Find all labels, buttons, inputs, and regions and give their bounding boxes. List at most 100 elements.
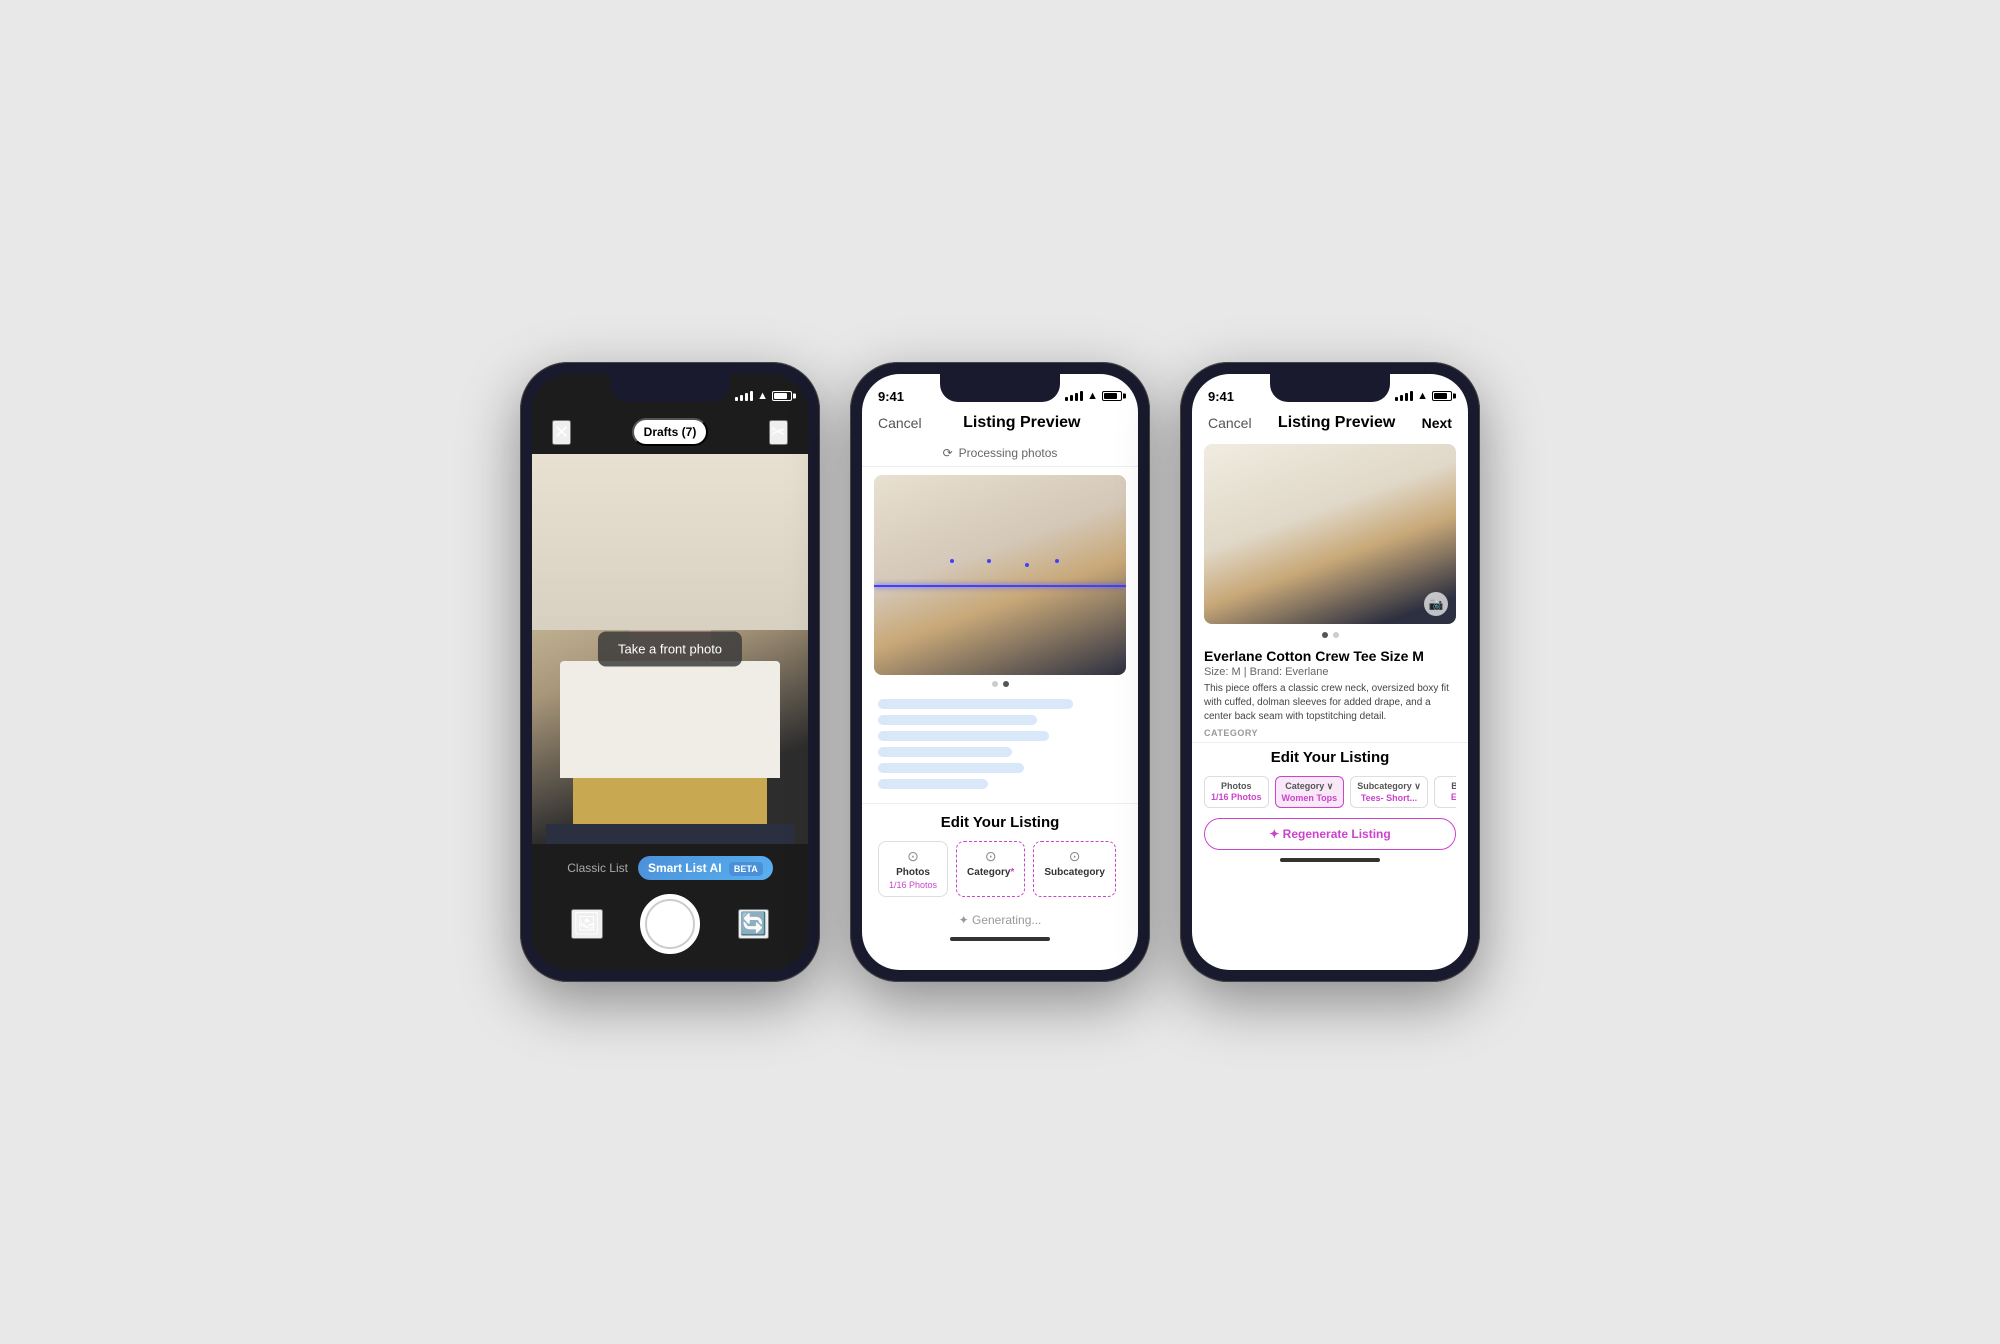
req-star: * [1010,867,1014,878]
subcategory-icon: ⊙ [1069,848,1081,865]
subcategory-label: Subcategory [1044,867,1105,878]
mode-selector: Classic List Smart List AI BETA [552,856,788,880]
photos-label: Photos [896,867,930,878]
scissors-button[interactable]: ✂ [769,420,788,445]
cancel-button-3[interactable]: Cancel [1208,415,1252,431]
tab-category-2[interactable]: ⊙ Category* [956,841,1025,897]
gallery-button[interactable]: 🖼 [571,909,603,939]
dot-2 [1003,681,1009,687]
camera-controls: 🖼 🔄 [552,894,788,954]
signal-bar-1 [735,397,738,401]
sb2 [1070,395,1073,401]
regenerate-button[interactable]: ✦ Regenerate Listing [1204,818,1456,850]
listing-description: This piece offers a classic crew neck, o… [1204,682,1456,724]
skel-line-4 [878,747,1012,757]
phones-container: ▲ ✕ Drafts (7) ✂ [520,362,1480,982]
t3-br-value: Ev... [1451,792,1456,802]
camera-header: ✕ Drafts (7) ✂ [532,410,808,454]
next-button-3[interactable]: Next [1422,415,1452,431]
scan-dot-2 [987,559,991,563]
battery-icon [772,391,792,401]
tab-subcategory-2[interactable]: ⊙ Subcategory [1033,841,1116,897]
listing-header-2: Cancel Listing Preview [862,410,1138,440]
scan-line [874,585,1126,587]
tab3-category[interactable]: Category ∨ Women Tops [1275,776,1345,808]
figure-shirt [560,661,781,778]
tab3-brand[interactable]: Br... Ev... [1434,776,1456,808]
category-section-label: CATEGORY [1204,728,1456,738]
figure-hair [532,454,808,630]
listing-title-2: Listing Preview [963,414,1080,432]
rdot-2 [1333,632,1339,638]
wifi-icon-2: ▲ [1087,390,1098,402]
edit-listing-section-2: Edit Your Listing ⊙ Photos 1/16 Photos ⊙… [862,803,1138,905]
listing-info: Everlane Cotton Crew Tee Size M Size: M … [1192,642,1468,742]
camera-edit-icon[interactable]: 📷 [1424,592,1448,616]
s1 [1395,397,1398,401]
figure-belt [573,778,766,825]
tab-photos-2[interactable]: ⊙ Photos 1/16 Photos [878,841,948,897]
t3-photos-label: Photos [1221,781,1252,791]
photos-icon: ⊙ [907,848,919,865]
image-carousel-dots-2 [862,675,1138,691]
t3-cat-label: Category ∨ [1285,781,1333,792]
cancel-button-2[interactable]: Cancel [878,415,922,431]
close-button[interactable]: ✕ [552,420,571,445]
generating-label: ✦ Generating... [959,913,1042,927]
camera-screen: ▲ ✕ Drafts (7) ✂ [532,374,808,970]
phone-3: 9:41 ▲ Cancel Listing Preview [1180,362,1480,982]
processing-banner: ⟳ Processing photos [862,440,1138,467]
flip-camera-button[interactable]: 🔄 [738,909,769,939]
signal-bars-2 [1065,391,1083,401]
t3-sub-value: Tees- Short... [1361,793,1417,803]
status-icons-1: ▲ [735,390,792,402]
edit-listing-title-3: Edit Your Listing [1204,749,1456,766]
camera-photo-bg: Take a front photo [532,454,808,844]
t3-cat-value: Women Tops [1282,793,1338,803]
processing-label: Processing photos [959,446,1058,460]
s3 [1405,393,1408,401]
sb4 [1080,391,1083,401]
photo-prompt-label: Take a front photo [598,632,742,667]
signal-bars-3 [1395,391,1413,401]
result-image-dots [1192,626,1468,642]
signal-bar-2 [740,395,743,401]
skel-line-5 [878,763,1024,773]
edit-listing-title-2: Edit Your Listing [878,814,1122,831]
home-indicator-3 [1280,858,1380,862]
wifi-3: ▲ [1417,390,1428,402]
phone-2: 9:41 ▲ Cancel Listing Preview [850,362,1150,982]
notch-3 [1270,374,1390,402]
listing-meta: Size: M | Brand: Everlane [1204,666,1456,678]
loading-skeleton [862,691,1138,803]
phone-1: ▲ ✕ Drafts (7) ✂ [520,362,820,982]
shutter-button[interactable] [640,894,700,954]
listing-header-3: Cancel Listing Preview Next [1192,410,1468,440]
status-icons-3: ▲ [1395,390,1452,402]
camera-viewfinder: Take a front photo [532,454,808,844]
generating-bar: ✦ Generating... [862,905,1138,933]
rdot-1 [1322,632,1328,638]
category-label-2: Category* [967,867,1014,878]
figure-pants [546,824,794,844]
regen-label: ✦ Regenerate Listing [1269,827,1390,841]
classic-mode-label[interactable]: Classic List [567,861,628,875]
skel-line-2 [878,715,1037,725]
skel-line-3 [878,731,1049,741]
time-3: 9:41 [1208,389,1234,404]
tab3-photos[interactable]: Photos 1/16 Photos [1204,776,1269,808]
drafts-button[interactable]: Drafts (7) [632,418,709,446]
result-bg [1204,444,1456,624]
wifi-icon: ▲ [757,390,768,402]
battery-3 [1432,391,1452,401]
notch-1 [610,374,730,402]
listing-product-title: Everlane Cotton Crew Tee Size M [1204,648,1456,664]
t3-sub-label: Subcategory ∨ [1357,781,1421,792]
s2 [1400,395,1403,401]
smart-mode-label[interactable]: Smart List AI BETA [638,856,773,880]
tab3-subcategory[interactable]: Subcategory ∨ Tees- Short... [1350,776,1428,808]
shutter-inner [645,899,695,949]
edit-tabs-2: ⊙ Photos 1/16 Photos ⊙ Category* ⊙ Subca… [878,841,1122,897]
category-icon: ⊙ [985,848,997,865]
sb3 [1075,393,1078,401]
